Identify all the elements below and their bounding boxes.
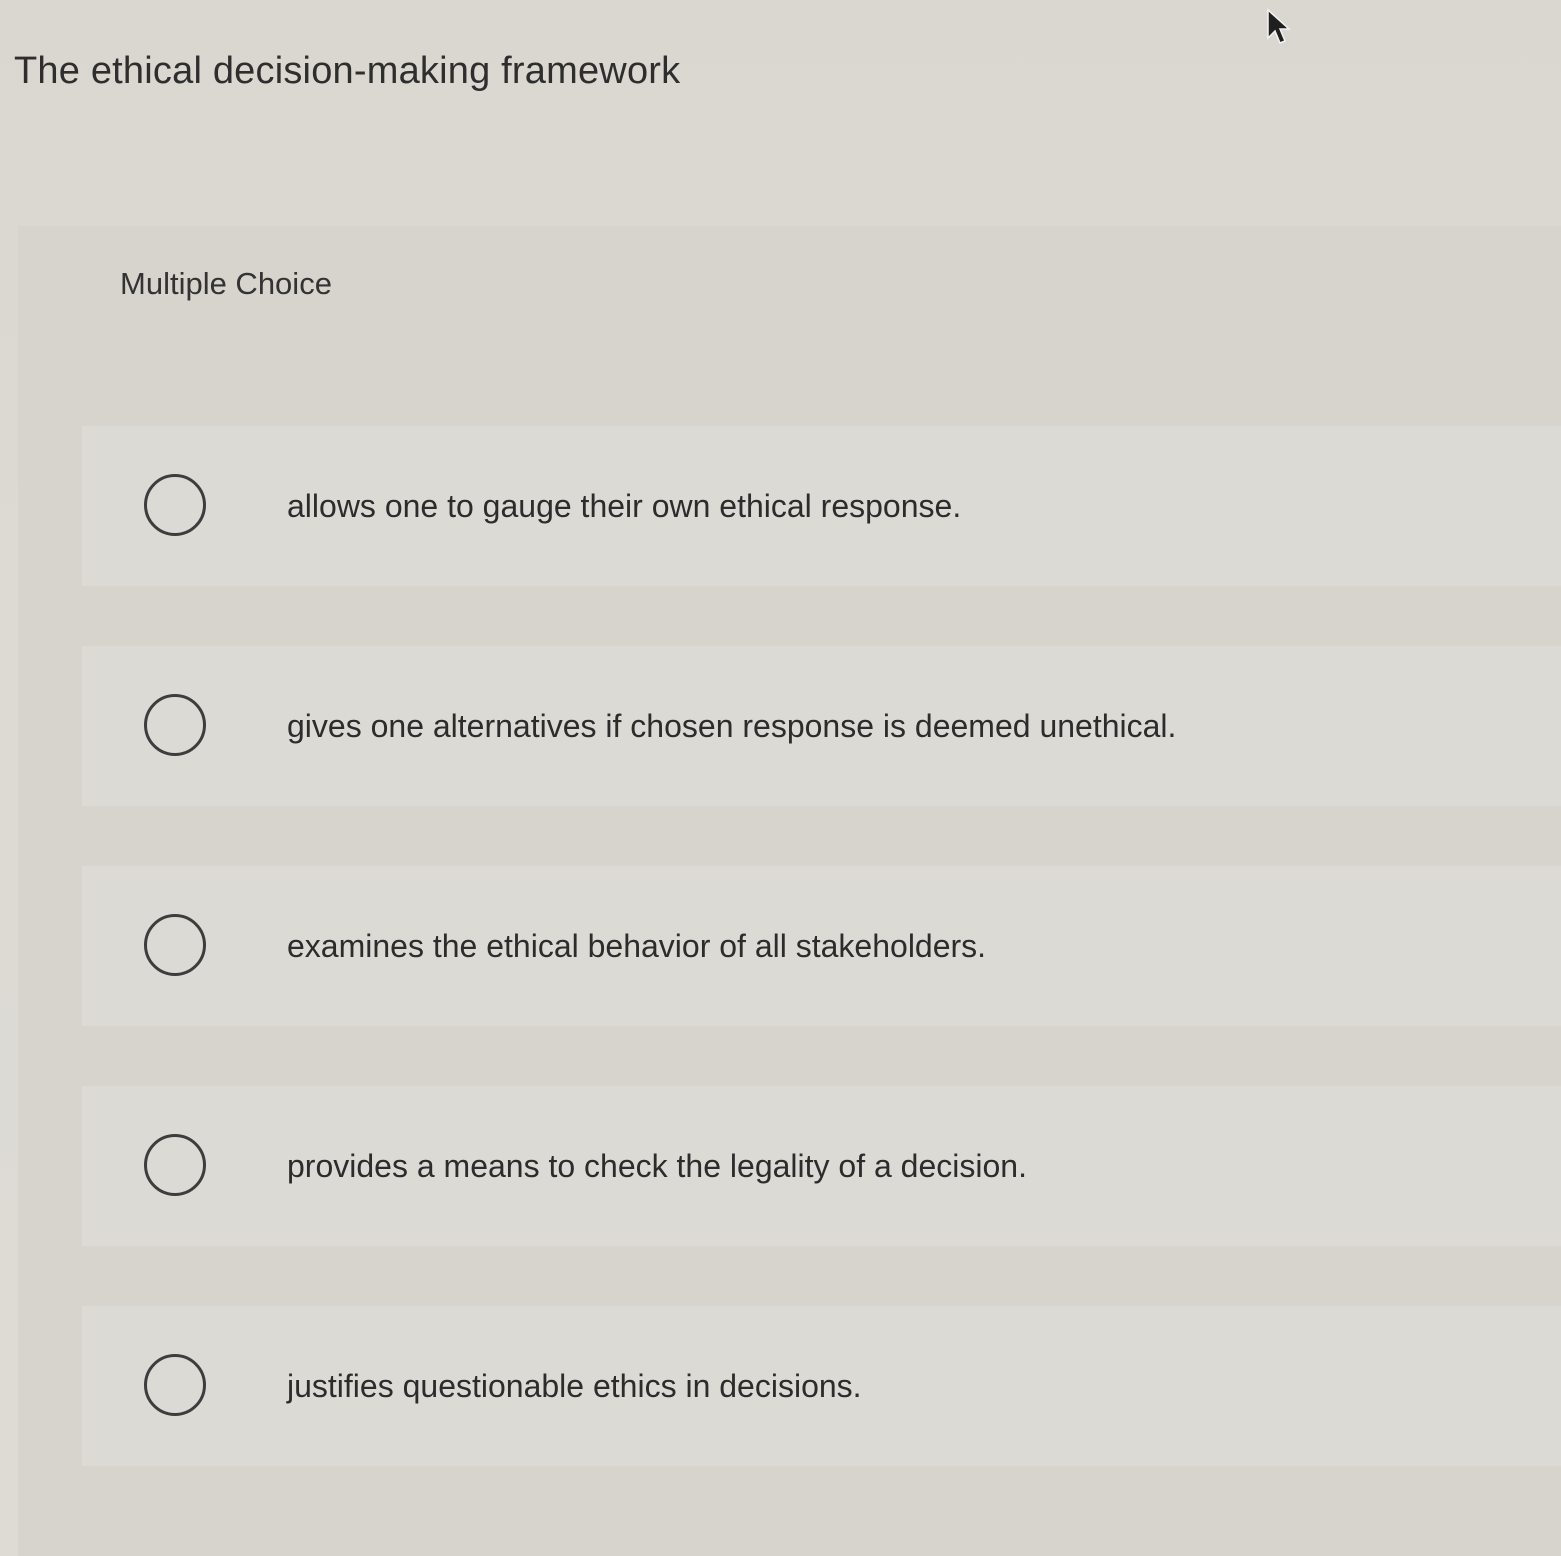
option-5-label: justifies questionable ethics in decisio… <box>287 1368 862 1404</box>
option-2[interactable]: gives one alternatives if chosen respons… <box>82 646 1561 806</box>
options-list: allows one to gauge their own ethical re… <box>82 426 1561 1486</box>
question-title: The ethical decision-making framework <box>14 50 681 92</box>
multiple-choice-label: Multiple Choice <box>120 266 332 301</box>
option-3-label: examines the ethical behavior of all sta… <box>287 928 987 964</box>
option-5[interactable]: justifies questionable ethics in decisio… <box>82 1306 1561 1466</box>
radio-circle-icon[interactable] <box>144 1134 206 1196</box>
option-1[interactable]: allows one to gauge their own ethical re… <box>82 426 1561 586</box>
option-1-label: allows one to gauge their own ethical re… <box>287 488 962 524</box>
option-4[interactable]: provides a means to check the legality o… <box>82 1086 1561 1246</box>
radio-circle-icon[interactable] <box>144 694 206 756</box>
option-3[interactable]: examines the ethical behavior of all sta… <box>82 866 1561 1026</box>
radio-circle-icon[interactable] <box>144 1354 206 1416</box>
option-4-label: provides a means to check the legality o… <box>287 1148 1027 1184</box>
radio-circle-icon[interactable] <box>144 914 206 976</box>
radio-circle-icon[interactable] <box>144 474 206 536</box>
option-2-label: gives one alternatives if chosen respons… <box>287 708 1177 744</box>
mouse-pointer-icon <box>1267 8 1291 44</box>
